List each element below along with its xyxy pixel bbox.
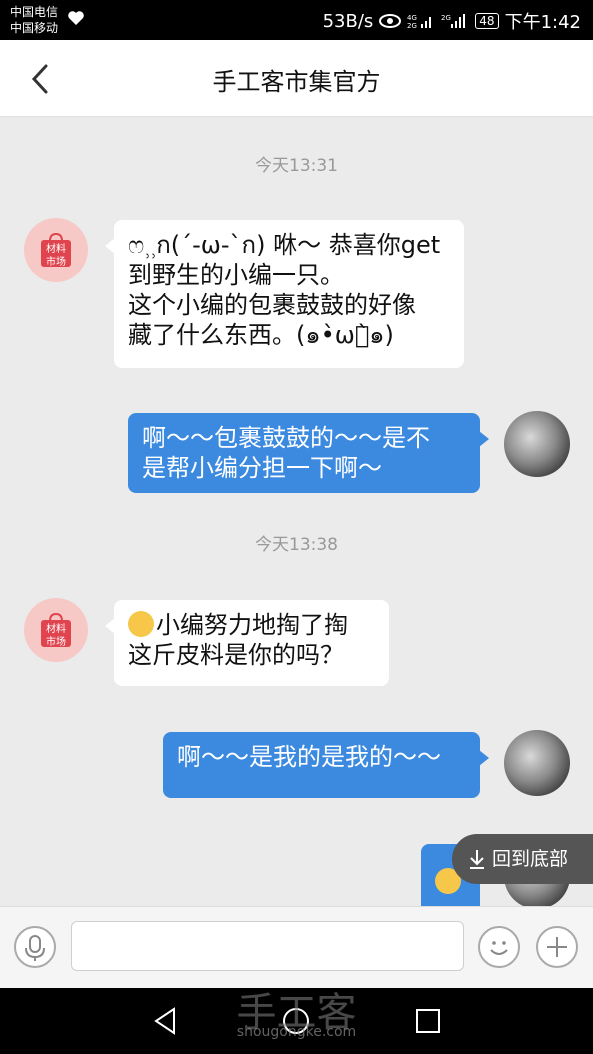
shop-avatar[interactable]: 材料 市场 [24,218,88,282]
user-avatar[interactable] [504,411,570,477]
shop-avatar[interactable]: 材料 市场 [24,598,88,662]
back-to-bottom-label: 回到底部 [492,848,569,870]
plus-icon [547,937,567,957]
system-nav-bar: 手工客 shougongke.com [0,988,593,1054]
input-bar [0,906,593,989]
message-input[interactable] [71,921,464,971]
more-button[interactable] [536,926,578,968]
message-bubble-me[interactable]: 啊～～是我的是我的～～ [163,732,489,798]
avatar-label-2: 市场 [46,637,66,648]
signal-2g-icon: 2G [441,14,466,28]
bubble-tail [105,238,115,254]
message-bubble-me[interactable]: 啊～～包裹鼓鼓的～～是不 是帮小编分担一下啊～ [128,413,489,493]
carrier-info: 中国电信 中国移动 [10,4,58,36]
message-bubble-shop[interactable]: 小编努力地掏了掏 这斤皮料是你的吗？ [105,600,389,686]
clock: 下午1:42 [504,12,581,33]
message-text-line: 藏了什么东西。(๑•̀ωก̀๑) [128,321,394,349]
message-text-line: 这个小编的包裹鼓鼓的好像 [128,291,416,319]
download-arrow-icon [470,850,484,869]
title-bar: 手工客市集官方 [0,40,593,117]
back-to-bottom-button[interactable]: 回到底部 [452,834,593,884]
bubble-tail [479,431,489,447]
message-text-line: 是帮小编分担一下啊～ [142,454,382,482]
timestamp: 今天13:38 [255,535,338,555]
carrier-2: 中国移动 [10,21,59,35]
message-text-line: 这斤皮料是你的吗？ [128,641,344,669]
user-avatar[interactable] [504,730,570,796]
carrier-1: 中国电信 [10,5,59,19]
smiley-icon [490,941,508,955]
message-text-line: 小编努力地掏了掏 [156,611,348,639]
bubble-tail [105,618,115,634]
chat-area[interactable]: 今天13:31 材料 市场 ෆ⸒⸒ก(ˊ-ω-ˋก) 咻～ 恭喜你get 到野生… [0,117,593,907]
avatar-label-2: 市场 [46,257,66,268]
svg-text:4G: 4G [407,14,417,22]
heart-icon [68,11,84,25]
message-bubble-shop[interactable]: ෆ⸒⸒ก(ˊ-ω-ˋก) 咻～ 恭喜你get 到野生的小编一只。 这个小编的包裹… [105,220,464,368]
status-bar: 中国电信 中国移动 53B/s 4G 2G 2G 48 下午1:42 [0,0,593,40]
eye-icon [379,14,402,28]
thinking-emoji-icon [128,611,154,637]
message-text-line: 啊～～是我的是我的～～ [177,743,441,771]
page-title: 手工客市集官方 [212,68,381,96]
avatar-label-1: 材料 [46,244,66,255]
bubble-tail [479,750,489,766]
microphone-icon [25,935,45,961]
battery-icon: 48 [475,13,499,29]
svg-text:2G: 2G [441,14,451,22]
voice-button[interactable] [14,926,56,968]
net-speed: 53B/s [322,10,374,32]
message-text-line: 到野生的小编一只。 [128,261,344,289]
message-text-line: ෆ⸒⸒ก(ˊ-ω-ˋก) 咻～ 恭喜你get [128,231,441,259]
emoji-button[interactable] [478,926,520,968]
timestamp: 今天13:31 [255,156,338,176]
signal-4g-icon: 4G2G [407,14,432,29]
svg-text:2G: 2G [407,22,417,29]
watermark-url: shougongke.com [236,1024,357,1040]
message-text-line: 啊～～包裹鼓鼓的～～是不 [142,424,430,452]
avatar-label-1: 材料 [46,624,66,635]
status-right: 53B/s 4G 2G 2G 48 下午1:42 [323,8,581,34]
